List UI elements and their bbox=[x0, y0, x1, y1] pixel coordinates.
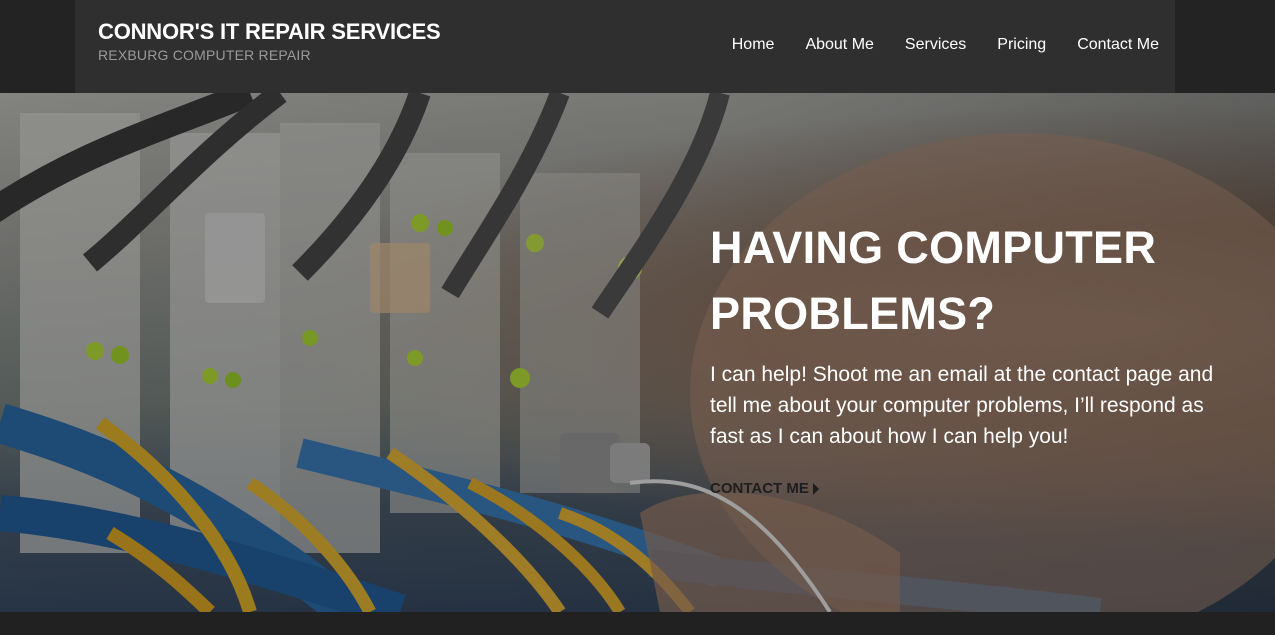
nav-item-contact-me[interactable]: Contact Me bbox=[1077, 36, 1159, 54]
nav-item-services[interactable]: Services bbox=[905, 36, 966, 54]
contact-me-label: CONTACT ME bbox=[710, 480, 809, 497]
triangle-right-icon bbox=[812, 482, 819, 495]
nav-item-about-me[interactable]: About Me bbox=[805, 36, 873, 54]
site-title[interactable]: CONNOR'S IT REPAIR SERVICES bbox=[98, 19, 441, 45]
site-tagline: REXBURG COMPUTER REPAIR bbox=[98, 47, 311, 63]
nav-item-pricing[interactable]: Pricing bbox=[997, 36, 1046, 54]
nav-item-home[interactable]: Home bbox=[732, 36, 775, 54]
contact-me-button[interactable]: CONTACT ME bbox=[710, 480, 819, 497]
hero-overlay bbox=[0, 93, 1275, 612]
hero-title: HAVING COMPUTER PROBLEMS? bbox=[710, 222, 1157, 339]
site-header: CONNOR'S IT REPAIR SERVICES REXBURG COMP… bbox=[75, 0, 1175, 93]
hero-description: I can help! Shoot me an email at the con… bbox=[710, 363, 1214, 448]
footer-strip bbox=[0, 612, 1275, 635]
main-navigation: Home About Me Services Pricing Contact M… bbox=[701, 36, 1159, 54]
hero-section: HAVING COMPUTER PROBLEMS? I can help! Sh… bbox=[0, 93, 1275, 612]
